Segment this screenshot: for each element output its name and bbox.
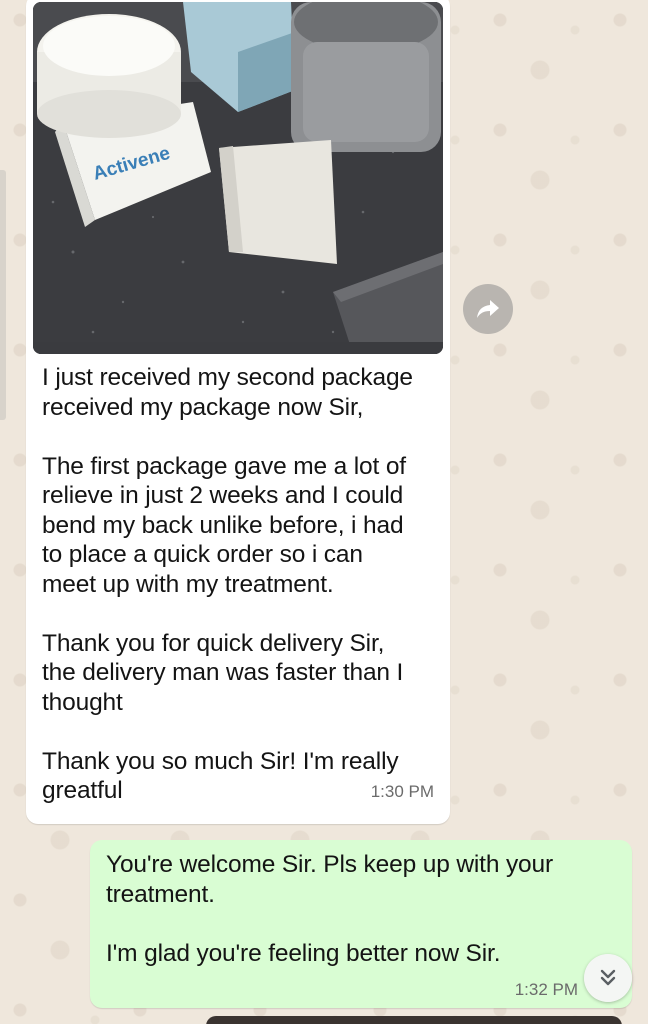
incoming-message-text: I just received my second package receiv…: [42, 364, 413, 804]
outgoing-message-bubble[interactable]: You're welcome Sir. Pls keep up with you…: [90, 840, 632, 1008]
next-message-peek: [206, 1016, 622, 1024]
incoming-message-time: 1:30 PM: [370, 782, 434, 801]
incoming-message-bubble[interactable]: Activene I just received my second packa…: [26, 0, 450, 824]
forward-arrow-icon: [477, 300, 499, 318]
scroll-to-bottom-button[interactable]: [584, 954, 632, 1002]
photo-illustration: Activene: [33, 2, 443, 354]
message-photo[interactable]: Activene: [33, 2, 443, 354]
outgoing-message-time: 1:32 PM: [514, 980, 578, 999]
side-panel-edge: [0, 170, 6, 420]
forward-button[interactable]: [463, 284, 513, 334]
outgoing-message-text: You're welcome Sir. Pls keep up with you…: [106, 851, 554, 967]
double-chevron-down-icon: [600, 969, 616, 986]
chat-area[interactable]: Activene I just received my second packa…: [0, 0, 648, 1024]
